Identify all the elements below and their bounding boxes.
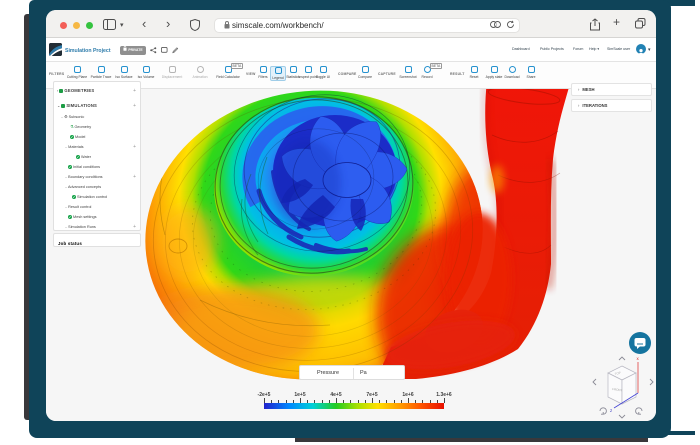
svg-text:x: x xyxy=(637,356,640,361)
svg-text:z: z xyxy=(610,408,613,413)
